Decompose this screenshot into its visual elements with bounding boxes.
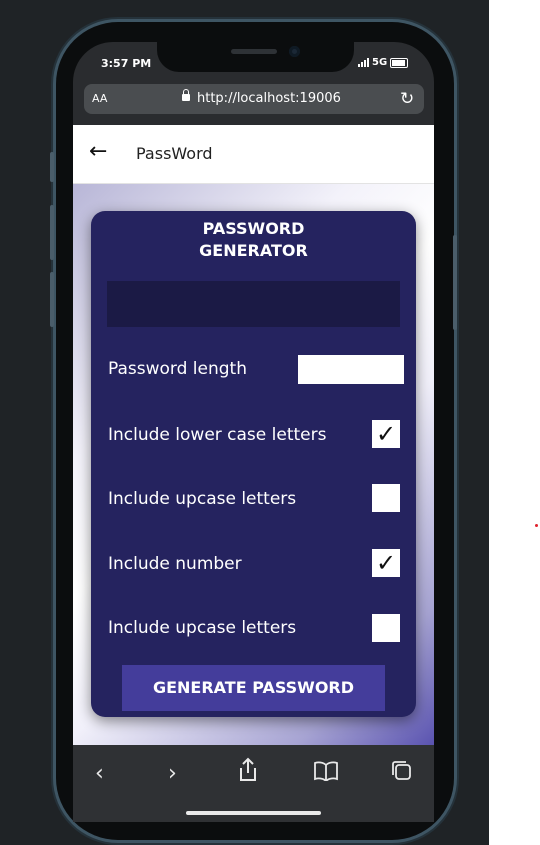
side-button — [50, 272, 54, 327]
page-title: PassWord — [136, 144, 213, 163]
lowercase-checkbox[interactable]: ✓ — [372, 420, 400, 448]
home-indicator[interactable] — [186, 811, 321, 815]
number-checkbox[interactable]: ✓ — [372, 549, 400, 577]
side-button — [50, 152, 54, 182]
signal-icon — [358, 58, 369, 67]
battery-icon — [390, 57, 409, 68]
reload-icon[interactable]: ↻ — [400, 89, 414, 109]
side-button — [453, 235, 457, 330]
share-icon[interactable] — [237, 757, 259, 789]
uppercase-label: Include upcase letters — [108, 489, 297, 509]
camera — [289, 46, 300, 57]
bookmarks-icon[interactable] — [313, 761, 339, 787]
text-size-button[interactable]: AA — [92, 92, 107, 105]
lock-icon — [182, 89, 190, 101]
status-indicators: 5G — [358, 57, 409, 68]
password-length-input[interactable] — [298, 355, 404, 384]
left-arrow-icon[interactable]: ← — [89, 139, 107, 164]
password-length-label: Password length — [108, 359, 247, 379]
uppercase-checkbox-2[interactable] — [372, 614, 400, 642]
uppercase-checkbox[interactable] — [372, 484, 400, 512]
lowercase-label: Include lower case letters — [108, 425, 327, 445]
network-label: 5G — [372, 57, 388, 68]
password-output — [107, 281, 400, 327]
side-button — [50, 205, 54, 260]
check-icon: ✓ — [375, 420, 397, 448]
check-icon: ✓ — [375, 549, 397, 577]
address-bar[interactable]: AA http://localhost:19006 ↻ — [84, 84, 424, 114]
forward-icon[interactable]: › — [168, 761, 177, 786]
url-text[interactable]: http://localhost:19006 — [197, 91, 341, 106]
card-title-line1: PASSWORD — [202, 219, 305, 238]
number-label: Include number — [108, 554, 242, 574]
speaker — [231, 49, 277, 54]
notch — [157, 42, 354, 72]
back-icon[interactable]: ‹ — [95, 761, 104, 786]
generate-password-button[interactable]: GENERATE PASSWORD — [122, 665, 385, 711]
app-header: ← PassWord — [73, 125, 434, 184]
status-time: 3:57 PM — [101, 57, 152, 70]
tabs-icon[interactable] — [390, 759, 414, 789]
red-dot — [535, 524, 538, 527]
card-title-line2: GENERATOR — [199, 241, 308, 260]
card-title: PASSWORD GENERATOR — [91, 218, 416, 262]
uppercase-label-2: Include upcase letters — [108, 618, 297, 638]
